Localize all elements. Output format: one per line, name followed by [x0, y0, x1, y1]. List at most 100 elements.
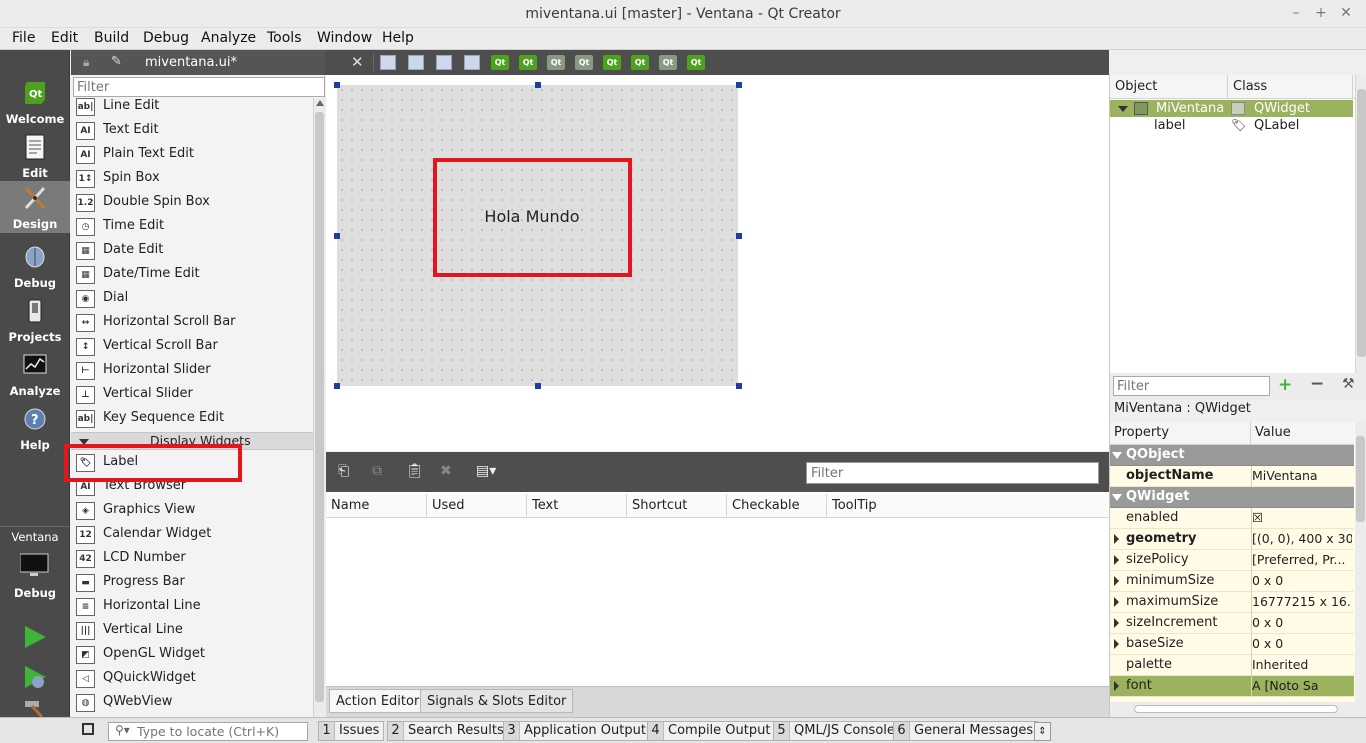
expand-icon[interactable]	[1114, 534, 1119, 544]
resize-handle[interactable]	[736, 383, 742, 389]
property-row[interactable]: sizeIncrement 0 x 0	[1110, 613, 1354, 634]
output-pane-tab[interactable]: 2 Search Results	[387, 721, 509, 741]
property-row[interactable]: objectName MiVentana	[1110, 466, 1354, 487]
col-used[interactable]: Used	[427, 494, 527, 517]
resize-handle[interactable]	[736, 82, 742, 88]
col-tooltip[interactable]: ToolTip	[827, 494, 1109, 517]
more-panes-icon[interactable]: ⇕	[1034, 722, 1051, 741]
tab-signals-slots[interactable]: Signals & Slots Editor	[420, 689, 574, 713]
expand-icon[interactable]	[1118, 106, 1128, 112]
edit-signals-icon[interactable]	[408, 55, 424, 70]
widget-item[interactable]: ⊥ Vertical Slider	[71, 383, 313, 407]
widget-item[interactable]: ↔ Horizontal Scroll Bar	[71, 311, 313, 335]
col-shortcut[interactable]: Shortcut	[627, 494, 727, 517]
object-inspector-scrollbar[interactable]	[1355, 75, 1366, 373]
widget-item[interactable]: ◍ QWebView	[71, 691, 313, 715]
debug-run-button[interactable]	[22, 664, 48, 690]
property-group[interactable]: QObject	[1110, 445, 1354, 466]
widget-item[interactable]: ≡ Horizontal Line	[71, 595, 313, 619]
object-row-miventana[interactable]: MiVentana QWidget	[1110, 100, 1353, 117]
delete-action-icon[interactable]: ✖	[440, 463, 452, 479]
resize-handle[interactable]	[334, 233, 340, 239]
col-object[interactable]: Object	[1110, 75, 1228, 99]
layout-form-icon[interactable]: Qt	[603, 55, 621, 70]
widget-box-scrollbar[interactable]	[313, 98, 325, 717]
lock-icon[interactable]: 🔒︎	[83, 55, 89, 70]
remove-dynamic-property-icon[interactable]: −	[1310, 374, 1324, 394]
scrollbar-thumb[interactable]	[1134, 705, 1338, 713]
configure-icon[interactable]: ⚒	[1342, 376, 1355, 392]
widget-filter-input[interactable]	[73, 77, 325, 97]
close-document-icon[interactable]: ✕	[351, 53, 364, 71]
property-editor-hscrollbar[interactable]	[1109, 702, 1366, 717]
col-checkable[interactable]: Checkable	[727, 494, 827, 517]
toggle-sidebar-icon[interactable]	[82, 723, 94, 735]
widget-item[interactable]: ◁ QQuickWidget	[71, 667, 313, 691]
mode-projects[interactable]: Projects	[0, 294, 70, 346]
property-value[interactable]: MiVentana	[1252, 468, 1352, 483]
mode-design[interactable]: Design	[0, 181, 70, 233]
scrollbar-thumb[interactable]	[1357, 89, 1366, 357]
kit-selector[interactable]	[19, 552, 50, 578]
col-property[interactable]: Property	[1110, 422, 1251, 445]
expand-icon[interactable]	[1114, 597, 1119, 607]
property-value[interactable]: Inherited	[1252, 657, 1352, 672]
menu-window[interactable]: Window	[317, 30, 372, 46]
output-pane-tab[interactable]: 6 General Messages	[893, 721, 1039, 741]
mode-analyze[interactable]: Analyze	[0, 348, 70, 400]
widget-item[interactable]: AI Text Edit	[71, 119, 313, 143]
layout-vertical-icon[interactable]: Qt	[519, 55, 537, 70]
maximize-button[interactable]: +	[1309, 0, 1333, 28]
widget-item[interactable]: 1.2 Double Spin Box	[71, 191, 313, 215]
resize-handle[interactable]	[334, 383, 340, 389]
layout-splitter-v-icon[interactable]: Qt	[575, 55, 593, 70]
widget-item[interactable]: ◩ OpenGL Widget	[71, 643, 313, 667]
menu-debug[interactable]: Debug	[143, 30, 189, 46]
property-filter-input[interactable]	[1113, 376, 1270, 396]
menu-build[interactable]: Build	[94, 30, 129, 46]
object-row-label[interactable]: label 🏷︎ QLabel	[1110, 117, 1353, 134]
output-pane-tab[interactable]: 4 Compile Output	[647, 721, 776, 741]
scroll-up-icon[interactable]	[316, 100, 324, 106]
property-row[interactable]: enabled ☒	[1110, 508, 1354, 529]
expand-icon[interactable]	[1114, 618, 1119, 628]
widget-item[interactable]: ▬ Progress Bar	[71, 571, 313, 595]
scrollbar-thumb[interactable]	[315, 112, 324, 702]
menu-analyze[interactable]: Analyze	[201, 30, 256, 46]
mode-edit[interactable]: Edit	[0, 130, 70, 182]
resize-handle[interactable]	[535, 383, 541, 389]
property-row[interactable]: geometry [(0, 0), 400 x 30...	[1110, 529, 1354, 550]
property-value[interactable]: A [Noto Sa	[1252, 678, 1352, 693]
widget-item[interactable]: 1↕ Spin Box	[71, 167, 313, 191]
widget-item[interactable]: ab| Line Edit	[71, 95, 313, 119]
scrollbar-thumb[interactable]	[1356, 436, 1365, 522]
expand-icon[interactable]	[1114, 681, 1119, 691]
view-mode-icon[interactable]: ▤▾	[476, 463, 496, 479]
col-name[interactable]: Name	[326, 494, 427, 517]
edit-tab-order-icon[interactable]	[464, 55, 480, 70]
layout-horizontal-icon[interactable]: Qt	[491, 55, 509, 70]
property-row[interactable]: sizePolicy [Preferred, Pr...	[1110, 550, 1354, 571]
expand-icon[interactable]	[1114, 639, 1119, 649]
locator-input[interactable]	[108, 722, 308, 741]
property-row[interactable]: maximumSize 16777215 x 16...	[1110, 592, 1354, 613]
menu-file[interactable]: File	[12, 30, 35, 46]
widget-item[interactable]: 42 LCD Number	[71, 547, 313, 571]
widget-item[interactable]: ⊢ Horizontal Slider	[71, 359, 313, 383]
widget-item[interactable]: ||| Vertical Line	[71, 619, 313, 643]
property-group[interactable]: QWidget	[1110, 487, 1354, 508]
property-value[interactable]: [Preferred, Pr...	[1252, 552, 1352, 567]
resize-handle[interactable]	[535, 82, 541, 88]
widget-item[interactable]: ▦ Date/Time Edit	[71, 263, 313, 287]
property-value[interactable]: 0 x 0	[1252, 636, 1352, 651]
menu-tools[interactable]: Tools	[267, 30, 302, 46]
menu-edit[interactable]: Edit	[51, 30, 78, 46]
mode-welcome[interactable]: Qt Welcome	[0, 76, 70, 128]
widget-item[interactable]: ▦ Date Edit	[71, 239, 313, 263]
output-pane-tab[interactable]: 1 Issues	[318, 721, 385, 741]
property-row[interactable]: font A [Noto Sa	[1110, 676, 1354, 697]
open-file-name[interactable]: miventana.ui*	[145, 55, 237, 70]
widget-item[interactable]: ab| Key Sequence Edit	[71, 407, 313, 431]
copy-action-icon[interactable]: ⧉	[372, 463, 382, 479]
col-class[interactable]: Class	[1228, 75, 1353, 99]
